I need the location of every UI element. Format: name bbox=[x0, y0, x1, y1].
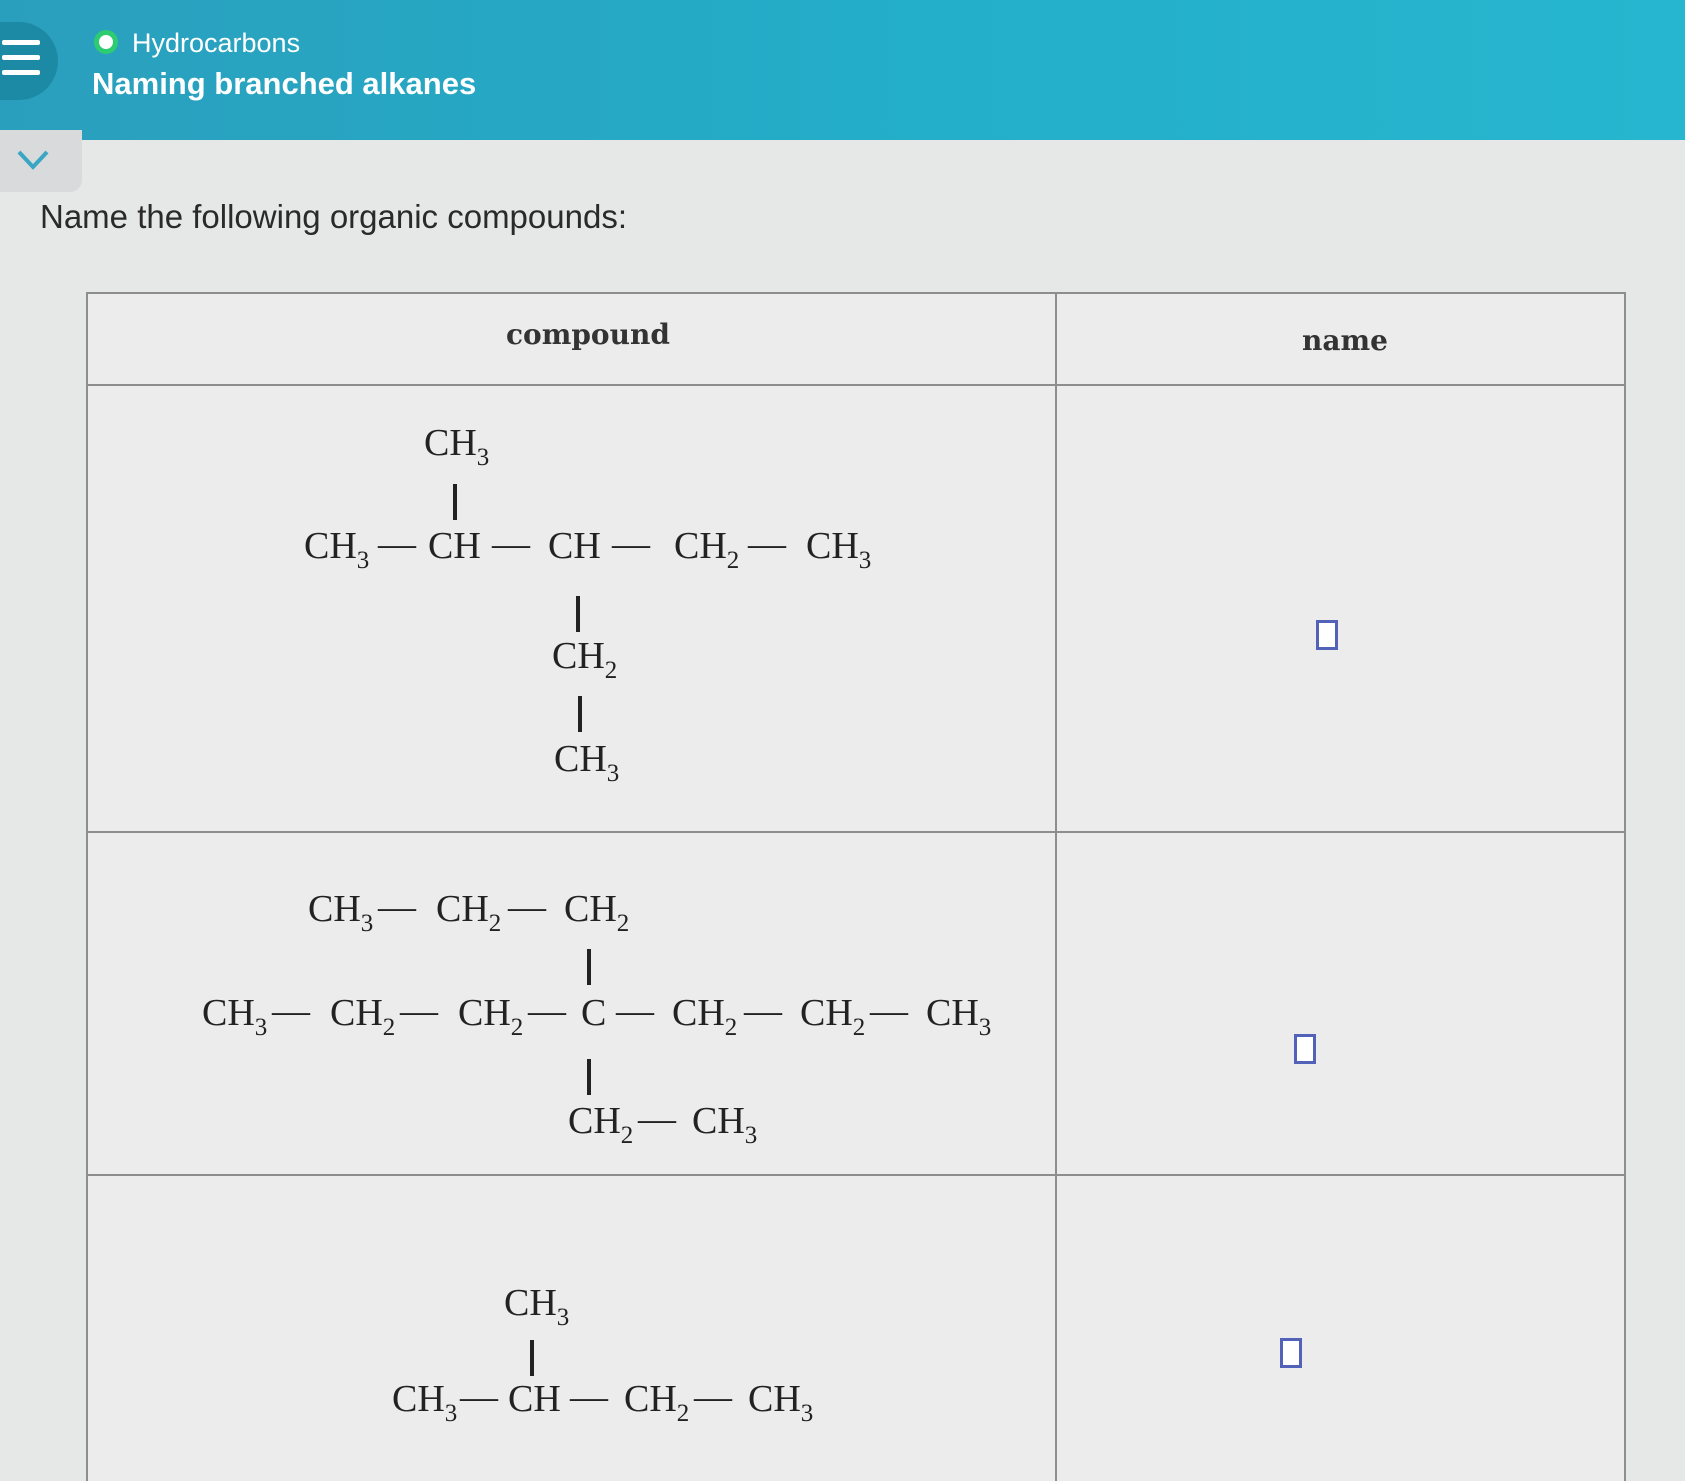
single-bond: — bbox=[638, 1098, 676, 1140]
status-circle-icon bbox=[94, 30, 118, 54]
vertical-bond bbox=[587, 1059, 591, 1095]
chem-group: CH3 bbox=[304, 525, 370, 574]
chem-group: CH bbox=[428, 525, 481, 567]
single-bond: — bbox=[870, 990, 908, 1032]
chem-group: CH2 bbox=[458, 992, 524, 1041]
column-divider bbox=[1055, 294, 1057, 1481]
single-bond: — bbox=[748, 523, 786, 565]
single-bond: — bbox=[570, 1376, 608, 1418]
single-bond: — bbox=[460, 1376, 498, 1418]
chem-group: CH3 bbox=[504, 1282, 570, 1331]
answer-input-1[interactable] bbox=[1316, 620, 1338, 650]
chem-group: CH3 bbox=[554, 738, 620, 787]
chem-group: CH3 bbox=[308, 888, 374, 937]
subtopic-title: Naming branched alkanes bbox=[92, 66, 477, 101]
single-bond: — bbox=[400, 990, 438, 1032]
chem-group: CH3 bbox=[202, 992, 268, 1041]
vertical-bond bbox=[576, 596, 580, 632]
header-divider bbox=[88, 384, 1624, 386]
single-bond: — bbox=[744, 990, 782, 1032]
hamburger-menu-icon[interactable] bbox=[0, 22, 58, 100]
chevron-down-icon bbox=[17, 150, 49, 170]
answer-input-3[interactable] bbox=[1280, 1338, 1302, 1368]
vertical-bond bbox=[578, 696, 582, 732]
column-header-compound: compound bbox=[506, 318, 670, 351]
answer-input-2[interactable] bbox=[1294, 1034, 1316, 1064]
collapse-toggle-button[interactable] bbox=[0, 130, 82, 192]
topic-title: Hydrocarbons bbox=[132, 28, 301, 58]
single-bond: — bbox=[612, 523, 650, 565]
chem-group: CH2 bbox=[330, 992, 396, 1041]
chem-group: CH3 bbox=[926, 992, 992, 1041]
chem-group: CH2 bbox=[624, 1378, 690, 1427]
single-bond: — bbox=[272, 990, 310, 1032]
chem-group: CH2 bbox=[800, 992, 866, 1041]
chem-group: CH3 bbox=[692, 1100, 758, 1149]
question-instructions: Name the following organic compounds: bbox=[40, 198, 627, 235]
single-bond: — bbox=[492, 523, 530, 565]
chem-group: CH bbox=[508, 1378, 561, 1420]
column-header-name: name bbox=[1302, 324, 1388, 357]
vertical-bond bbox=[587, 949, 591, 985]
chem-group: CH3 bbox=[748, 1378, 814, 1427]
row-divider bbox=[88, 1174, 1624, 1176]
single-bond: — bbox=[616, 990, 654, 1032]
single-bond: — bbox=[694, 1376, 732, 1418]
chem-group: CH2 bbox=[564, 888, 630, 937]
single-bond: — bbox=[528, 990, 566, 1032]
chem-group: CH2 bbox=[672, 992, 738, 1041]
chem-group: CH3 bbox=[424, 422, 490, 471]
chem-group: CH2 bbox=[436, 888, 502, 937]
chem-group: CH3 bbox=[392, 1378, 458, 1427]
vertical-bond bbox=[453, 484, 457, 520]
chem-group: CH3 bbox=[806, 525, 872, 574]
single-bond: — bbox=[378, 523, 416, 565]
chem-group: CH bbox=[548, 525, 601, 567]
row-divider bbox=[88, 831, 1624, 833]
top-header-bar: Hydrocarbons Naming branched alkanes bbox=[0, 0, 1685, 140]
chem-group: CH2 bbox=[568, 1100, 634, 1149]
chem-group: CH2 bbox=[552, 635, 618, 684]
compound-name-table: compound name CH3 CH3 — CH — CH — CH2 — … bbox=[86, 292, 1626, 1481]
vertical-bond bbox=[530, 1340, 534, 1376]
chem-group: CH2 bbox=[674, 525, 740, 574]
chem-group: C bbox=[581, 992, 607, 1034]
single-bond: — bbox=[378, 886, 416, 928]
single-bond: — bbox=[508, 886, 546, 928]
